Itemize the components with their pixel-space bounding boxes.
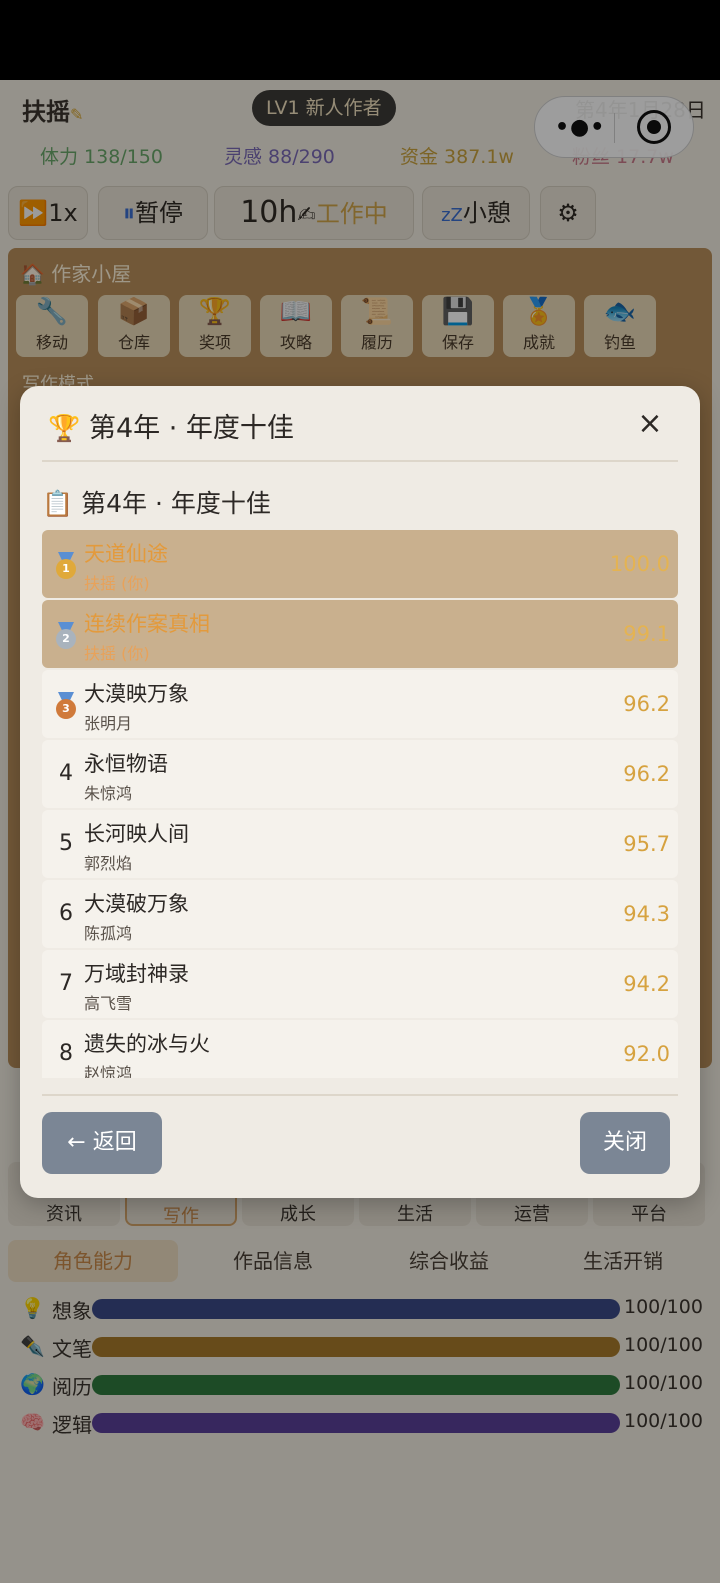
author-name: 陈孤鸿	[84, 924, 133, 943]
book-title: 大漠映万象	[84, 682, 189, 706]
divider	[42, 1094, 678, 1096]
divider	[42, 460, 678, 462]
list-title: 📋 第4年 · 年度十佳	[42, 484, 271, 520]
ranking-row[interactable]: 4 永恒物语 朱惊鸿 96.2	[42, 740, 678, 808]
ranking-list[interactable]: 1 天道仙途 扶摇 (你) 100.0 2 连续作案真相 扶摇 (你) 99.1…	[42, 530, 678, 1078]
bronze-medal-icon: 3	[54, 692, 78, 720]
ranking-row[interactable]: 6 大漠破万象 陈孤鸿 94.3	[42, 880, 678, 948]
author-name: 郭烈焰	[84, 854, 133, 873]
list-title-text: 第4年 · 年度十佳	[81, 489, 271, 518]
medal-number: 2	[56, 629, 76, 649]
score: 100.0	[609, 552, 670, 576]
rank-number: 4	[59, 761, 73, 786]
ranking-row[interactable]: 7 万域封神录 高飞雪 94.2	[42, 950, 678, 1018]
score: 94.2	[623, 972, 670, 996]
score: 92.0	[623, 1042, 670, 1066]
author-name: 高飞雪	[84, 994, 133, 1013]
score: 95.7	[623, 832, 670, 856]
ranking-row[interactable]: 2 连续作案真相 扶摇 (你) 99.1	[42, 600, 678, 668]
rank-number: 8	[59, 1041, 73, 1066]
close-icon[interactable]: ×	[630, 404, 670, 444]
book-title: 连续作案真相	[84, 612, 210, 636]
trophy-icon: 🏆	[48, 414, 81, 444]
dialog-title: 🏆 第4年 · 年度十佳	[48, 406, 294, 445]
book-title: 万域封神录	[84, 962, 189, 986]
ranking-row[interactable]: 3 大漠映万象 张明月 96.2	[42, 670, 678, 738]
silver-medal-icon: 2	[54, 622, 78, 650]
score: 96.2	[623, 692, 670, 716]
medal-number: 3	[56, 699, 76, 719]
medal-number: 1	[56, 559, 76, 579]
status-bar	[0, 0, 720, 80]
book-title: 长河映人间	[84, 822, 189, 846]
score: 94.3	[623, 902, 670, 926]
author-name: 扶摇 (你)	[84, 644, 150, 663]
gold-medal-icon: 1	[54, 552, 78, 580]
author-name: 张明月	[84, 714, 133, 733]
book-title: 天道仙途	[84, 542, 168, 566]
book-title: 永恒物语	[84, 752, 168, 776]
score: 96.2	[623, 762, 670, 786]
close-button[interactable]: 关闭	[580, 1112, 670, 1174]
rank-number: 6	[59, 901, 73, 926]
ranking-row[interactable]: 5 长河映人间 郭烈焰 95.7	[42, 810, 678, 878]
dialog-title-text: 第4年 · 年度十佳	[88, 413, 294, 444]
back-button[interactable]: ← 返回	[42, 1112, 162, 1174]
author-name: 朱惊鸿	[84, 784, 133, 803]
ranking-row[interactable]: 1 天道仙途 扶摇 (你) 100.0	[42, 530, 678, 598]
clipboard-icon: 📋	[42, 489, 74, 518]
author-name: 扶摇 (你)	[84, 574, 150, 593]
ranking-row[interactable]: 8 遗失的冰与火 赵惊鸿 92.0	[42, 1020, 678, 1078]
author-name: 赵惊鸿	[84, 1064, 133, 1078]
book-title: 大漠破万象	[84, 892, 189, 916]
score: 99.1	[623, 622, 670, 646]
book-title: 遗失的冰与火	[84, 1032, 210, 1056]
rank-number: 7	[59, 971, 73, 996]
annual-top-ten-dialog: 🏆 第4年 · 年度十佳 × 📋 第4年 · 年度十佳 1 天道仙途 扶摇 (你…	[20, 386, 700, 1198]
rank-number: 5	[59, 831, 73, 856]
